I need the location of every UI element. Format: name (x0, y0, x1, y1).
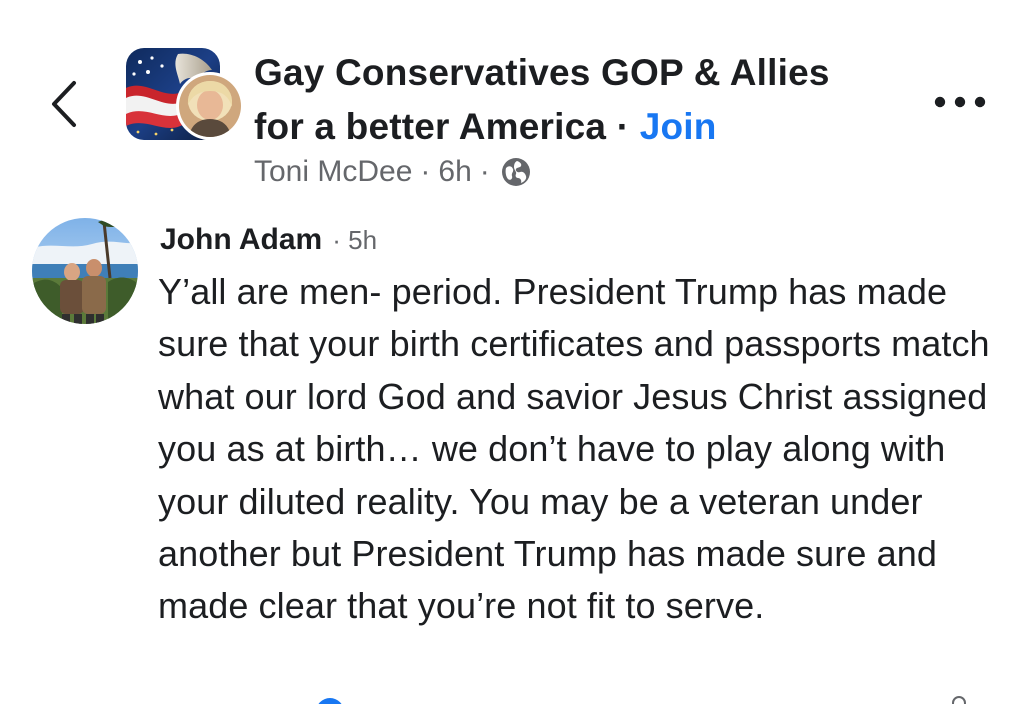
chevron-left-icon (52, 81, 76, 127)
commenter-name[interactable]: John Adam (160, 223, 322, 257)
post-meta: Toni McDee · 6h · (254, 150, 532, 194)
globe-icon (500, 156, 532, 188)
commenter-avatar[interactable] (32, 218, 138, 324)
comment-time: · 5h (332, 224, 378, 255)
comment-text: Y’all are men- period. President Trump h… (158, 271, 990, 627)
comment-header: John Adam · 5h (160, 218, 377, 262)
more-horizontal-icon (934, 96, 986, 108)
join-button[interactable]: Join (640, 106, 717, 147)
post-author[interactable]: Toni McDee (254, 155, 412, 189)
more-options-button[interactable] (930, 84, 990, 120)
poster-avatar[interactable] (176, 72, 244, 140)
group-title-line1: Gay Conservatives GOP & Allies (254, 52, 830, 93)
reaction-icon[interactable] (316, 698, 344, 704)
meta-separator: · (420, 155, 431, 188)
group-title[interactable]: Gay Conservatives GOP & Allies for a bet… (254, 46, 894, 154)
group-title-line2-text: for a better America (254, 106, 607, 147)
back-button[interactable] (36, 72, 92, 136)
post-time[interactable]: 6h (438, 155, 471, 189)
reply-icon[interactable] (952, 696, 966, 704)
meta-separator: · (479, 155, 490, 188)
post-view-screen: Gay Conservatives GOP & Allies for a bet… (0, 0, 1024, 704)
title-separator: · (616, 106, 630, 147)
group-title-line2: for a better America · Join (254, 100, 894, 154)
group-avatar[interactable] (126, 48, 244, 146)
